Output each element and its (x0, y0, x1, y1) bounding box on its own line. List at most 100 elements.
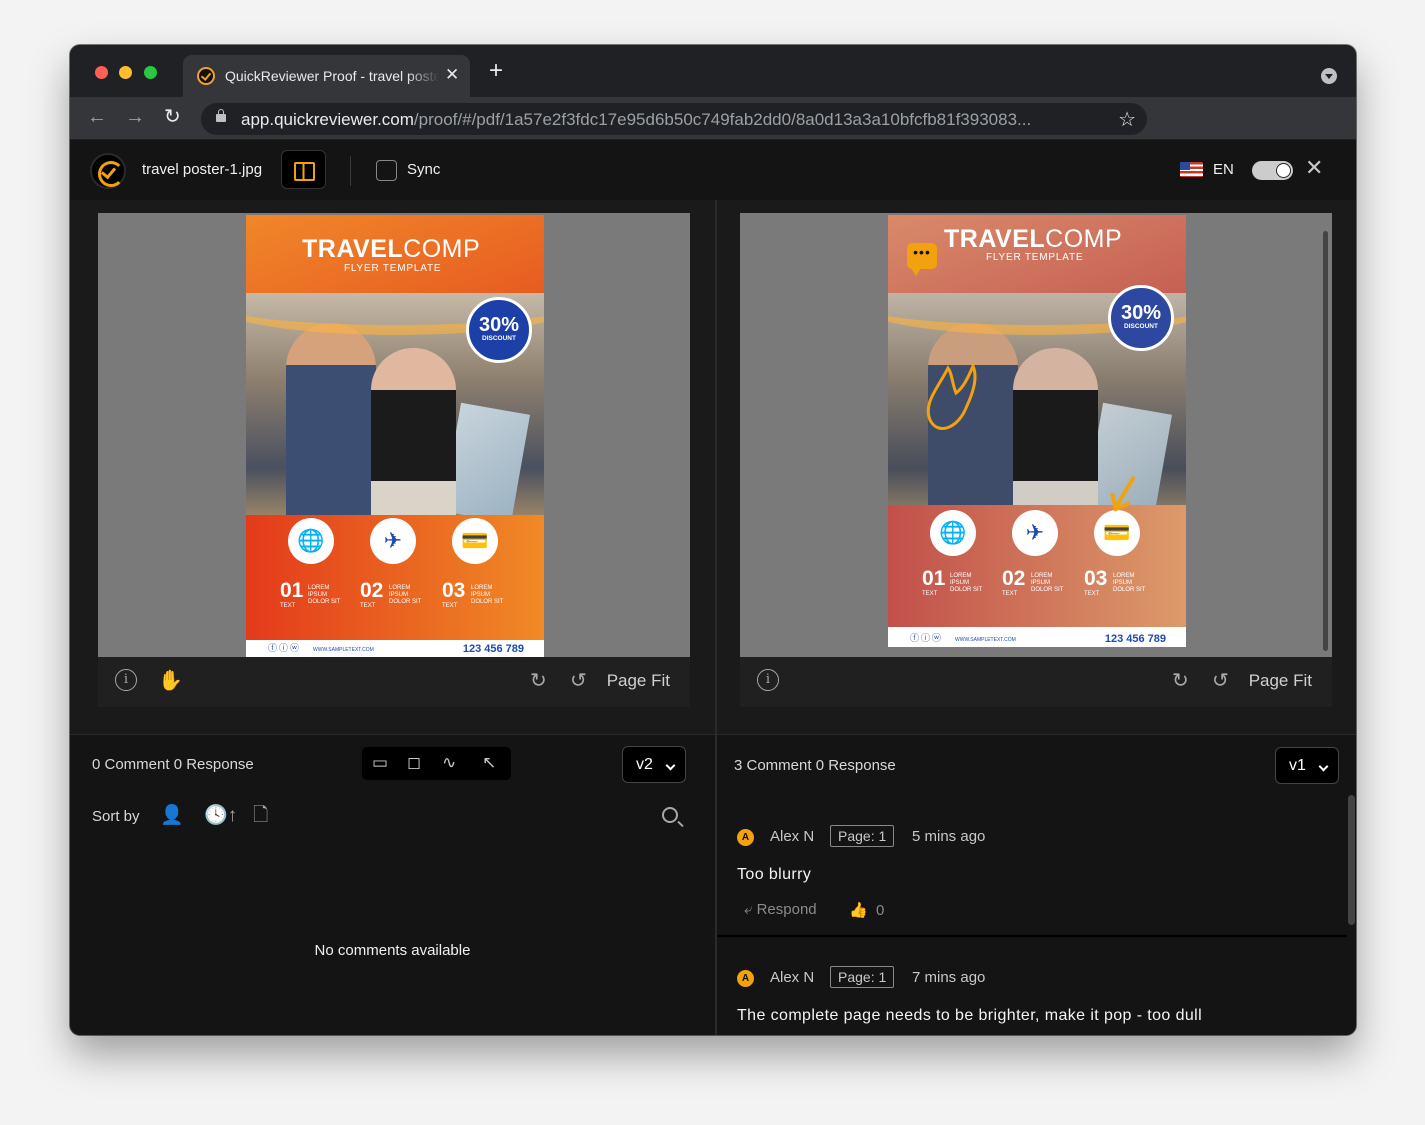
card-icon: 💳 (452, 518, 498, 564)
freehand-tool-icon[interactable]: ∿ (442, 754, 456, 772)
version-select-left[interactable]: v2 (622, 746, 686, 783)
rotate-cw-icon[interactable]: ↻ (530, 669, 547, 693)
quickreviewer-favicon-icon (197, 67, 215, 85)
discount-badge: 30% DISCOUNT (1108, 285, 1174, 351)
step-caption: TEXT (1002, 591, 1018, 597)
header-divider (350, 156, 351, 186)
rotate-ccw-icon[interactable]: ↺ (570, 669, 587, 693)
page-fit-button[interactable]: Page Fit (1249, 671, 1312, 691)
page-tag[interactable]: Page: 1 (830, 825, 895, 847)
info-icon[interactable]: i (757, 669, 779, 691)
app-header: travel poster-1.jpg Sync EN ✕ (70, 141, 1356, 199)
poster-contact-bar: ⓕⓘⓦ WWW.SAMPLETEXT.COM 123 456 789 (888, 627, 1186, 647)
poster-image-v2[interactable]: TRAVELCOMP FLYER TEMPLATE 30% DISCOUNT 🌐 … (246, 215, 544, 657)
poster-phone: 123 456 789 (1104, 633, 1166, 645)
chevron-down-icon (665, 760, 676, 771)
step-caption: TEXT (922, 591, 938, 597)
rectangle-tool-icon[interactable]: ◻ (407, 754, 421, 772)
minimize-window-button[interactable] (119, 66, 132, 79)
close-tab-icon[interactable]: ✕ (445, 65, 459, 85)
language-selector[interactable]: EN (1213, 161, 1234, 178)
close-viewer-icon[interactable]: ✕ (1305, 155, 1323, 181)
step-number: 02 (360, 579, 384, 602)
us-flag-icon[interactable] (1180, 162, 1203, 177)
left-canvas[interactable]: TRAVELCOMP FLYER TEMPLATE 30% DISCOUNT 🌐 … (98, 213, 690, 657)
globe-icon: 🌐 (288, 518, 334, 564)
comments-scrollbar[interactable] (1348, 795, 1355, 925)
search-icon[interactable] (662, 807, 678, 823)
browser-tab[interactable]: QuickReviewer Proof - travel poster ✕ (183, 55, 470, 97)
url-text[interactable]: app.quickreviewer.com/proof/#/pdf/1a57e2… (241, 110, 1031, 130)
right-viewer-toolbar: i ↻ ↺ Page Fit (740, 657, 1332, 707)
address-bar[interactable]: app.quickreviewer.com/proof/#/pdf/1a57e2… (201, 103, 1147, 135)
quickreviewer-logo-icon[interactable] (90, 153, 126, 189)
plane-icon: ✈ (1012, 510, 1058, 556)
poster-contact-bar: ⓕⓘⓦ WWW.SAMPLETEXT.COM 123 456 789 (246, 640, 544, 657)
step-caption: TEXT (1084, 591, 1100, 597)
reload-icon[interactable]: ↻ (164, 107, 181, 127)
step-label: LOREM IPSUM DOLOR SIT (1113, 573, 1146, 593)
tab-search-icon[interactable] (1321, 68, 1337, 84)
comment-card[interactable]: A Alex N Page: 1 7 mins ago The complete… (717, 938, 1347, 1035)
poster-footer-bg: 🌐 ✈ 💳 01 LOREM IPSUM DOLOR SIT TEXT 02 L… (888, 505, 1186, 627)
rotate-cw-icon[interactable]: ↻ (1172, 669, 1189, 693)
like-button[interactable]: 👍 0 (849, 901, 884, 919)
step-label: LOREM IPSUM DOLOR SIT (1031, 573, 1064, 593)
step-caption: TEXT (360, 603, 376, 609)
info-icon[interactable]: i (115, 669, 137, 691)
avatar: A (737, 970, 754, 987)
poster-subtitle: FLYER TEMPLATE (986, 252, 1084, 263)
step-label: LOREM IPSUM DOLOR SIT (471, 585, 504, 605)
right-comments-panel: 3 Comment 0 Response v1 A Alex N Page: 1… (717, 734, 1356, 1035)
zoom-window-button[interactable] (144, 66, 157, 79)
pan-hand-icon[interactable]: ✋ (158, 669, 183, 693)
left-comments-panel: 0 Comment 0 Response ▭ ◻ ∿ ↖ v2 Sort by … (70, 734, 715, 1035)
viewer-scrollbar[interactable] (1323, 231, 1328, 651)
comment-tool-icon[interactable]: ▭ (372, 754, 388, 772)
respond-button[interactable]: ⤶ Respond (744, 901, 817, 918)
step-label: LOREM IPSUM DOLOR SIT (308, 585, 341, 605)
right-viewer-pane: TRAVELCOMP FLYER TEMPLATE 30% DISCOUNT 🌐 … (717, 200, 1356, 734)
right-canvas[interactable]: TRAVELCOMP FLYER TEMPLATE 30% DISCOUNT 🌐 … (740, 213, 1332, 657)
globe-icon: 🌐 (930, 510, 976, 556)
sync-checkbox[interactable] (376, 160, 397, 181)
version-select-right[interactable]: v1 (1275, 747, 1339, 784)
lock-icon[interactable] (216, 109, 226, 122)
comment-count: 3 Comment 0 Response (734, 757, 896, 774)
sort-by-user-icon[interactable]: 👤 (160, 805, 184, 827)
comment-text: Too blurry (737, 866, 812, 883)
sort-by-time-icon[interactable]: 🕓↑ (204, 805, 237, 827)
poster-footer-bg: 🌐 ✈ 💳 01 LOREM IPSUM DOLOR SIT TEXT 02 L… (246, 515, 544, 640)
discount-badge: 30% DISCOUNT (466, 297, 532, 363)
arrow-tool-icon[interactable]: ↖ (482, 754, 496, 772)
freehand-annotation[interactable] (918, 358, 988, 438)
rotate-ccw-icon[interactable]: ↺ (1212, 669, 1229, 693)
browser-window: QuickReviewer Proof - travel poster ✕ + … (70, 45, 1356, 1035)
page-fit-button[interactable]: Page Fit (607, 671, 670, 691)
back-arrow-icon[interactable]: ← (87, 107, 107, 127)
chevron-down-icon (1318, 761, 1329, 772)
file-name: travel poster-1.jpg (142, 161, 263, 178)
page-tag[interactable]: Page: 1 (830, 966, 895, 988)
sort-by-page-icon[interactable]: 🗋 (253, 805, 268, 827)
step-label: LOREM IPSUM DOLOR SIT (389, 585, 422, 605)
bookmark-star-icon[interactable]: ☆ (1118, 107, 1136, 132)
social-icons: ⓕⓘⓦ (268, 643, 302, 653)
new-tab-icon[interactable]: + (489, 59, 503, 83)
tab-title: QuickReviewer Proof - travel poster (225, 68, 439, 84)
arrow-annotation[interactable] (1108, 475, 1140, 515)
theme-toggle[interactable] (1252, 161, 1293, 180)
poster-website: WWW.SAMPLETEXT.COM (313, 647, 374, 653)
sort-label: Sort by (92, 808, 140, 825)
social-icons: ⓕⓘⓦ (910, 633, 944, 643)
comment-pin-icon[interactable]: ••• (907, 243, 937, 276)
tab-bar: QuickReviewer Proof - travel poster ✕ + (70, 45, 1356, 97)
empty-state: No comments available (314, 942, 471, 959)
step-caption: TEXT (442, 603, 458, 609)
step-number: 01 (280, 579, 304, 602)
forward-arrow-icon[interactable]: → (125, 107, 145, 127)
comment-count: 0 Comment 0 Response (92, 756, 254, 773)
close-window-button[interactable] (95, 66, 108, 79)
comment-card[interactable]: A Alex N Page: 1 5 mins ago Too blurry ⤶… (717, 797, 1347, 937)
compare-view-button[interactable] (281, 150, 326, 189)
